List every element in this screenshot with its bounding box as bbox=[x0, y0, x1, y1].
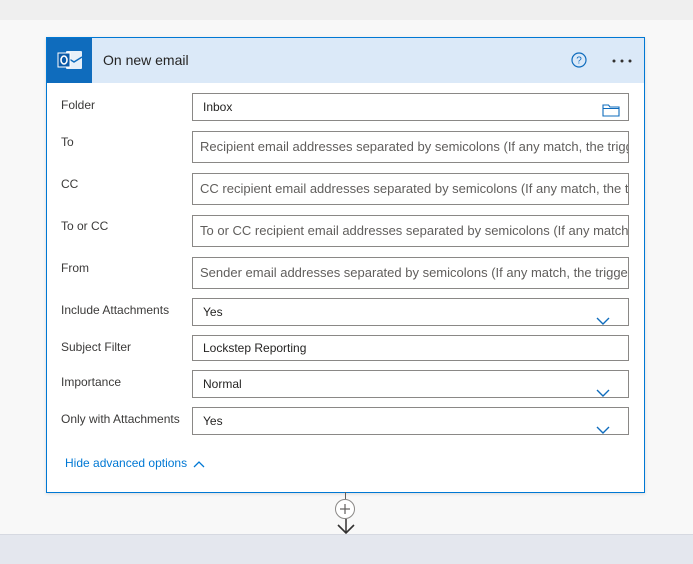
bottom-bar bbox=[0, 534, 693, 564]
importance-dropdown[interactable]: Normal bbox=[192, 370, 629, 398]
folder-icon[interactable] bbox=[602, 100, 620, 120]
card-title: On new email bbox=[103, 52, 189, 68]
chevron-up-icon bbox=[193, 460, 205, 468]
card-header[interactable]: On new email ? bbox=[47, 38, 644, 83]
include-attachments-label: Include Attachments bbox=[61, 303, 170, 317]
only-with-attachments-dropdown[interactable]: Yes bbox=[192, 407, 629, 435]
to-or-cc-label: To or CC bbox=[61, 219, 109, 233]
only-with-attachments-value: Yes bbox=[203, 414, 223, 428]
chevron-down-icon bbox=[596, 417, 610, 434]
folder-value: Inbox bbox=[203, 100, 233, 114]
to-input[interactable]: Recipient email addresses separated by s… bbox=[192, 131, 629, 163]
subject-filter-label: Subject Filter bbox=[61, 340, 132, 354]
help-icon[interactable]: ? bbox=[571, 52, 587, 68]
from-label: From bbox=[61, 261, 89, 275]
importance-value: Normal bbox=[203, 377, 242, 391]
top-bar bbox=[0, 0, 693, 20]
chevron-down-icon bbox=[596, 380, 610, 397]
trigger-card: On new email ? Folder Inbox To Recipient… bbox=[46, 37, 645, 493]
only-with-attachments-label: Only with Attachments bbox=[61, 412, 180, 426]
importance-label: Importance bbox=[61, 375, 122, 389]
hide-advanced-options-link[interactable]: Hide advanced options bbox=[65, 456, 205, 470]
outlook-icon bbox=[47, 38, 92, 83]
chevron-down-icon bbox=[596, 308, 610, 325]
subject-filter-input[interactable]: Lockstep Reporting bbox=[192, 335, 629, 361]
add-step-button[interactable] bbox=[335, 499, 355, 519]
include-attachments-dropdown[interactable]: Yes bbox=[192, 298, 629, 326]
from-input[interactable]: Sender email addresses separated by semi… bbox=[192, 257, 629, 289]
cc-label: CC bbox=[61, 177, 79, 191]
include-attachments-value: Yes bbox=[203, 305, 223, 319]
cc-input[interactable]: CC recipient email addresses separated b… bbox=[192, 173, 629, 205]
more-options-icon[interactable] bbox=[611, 52, 633, 68]
folder-label: Folder bbox=[61, 98, 96, 112]
svg-text:?: ? bbox=[576, 56, 582, 67]
folder-field[interactable]: Inbox bbox=[192, 93, 629, 121]
to-or-cc-input[interactable]: To or CC recipient email addresses separ… bbox=[192, 215, 629, 247]
to-label: To bbox=[61, 135, 74, 149]
plus-icon bbox=[340, 504, 350, 514]
hide-advanced-options-label: Hide advanced options bbox=[65, 456, 188, 470]
